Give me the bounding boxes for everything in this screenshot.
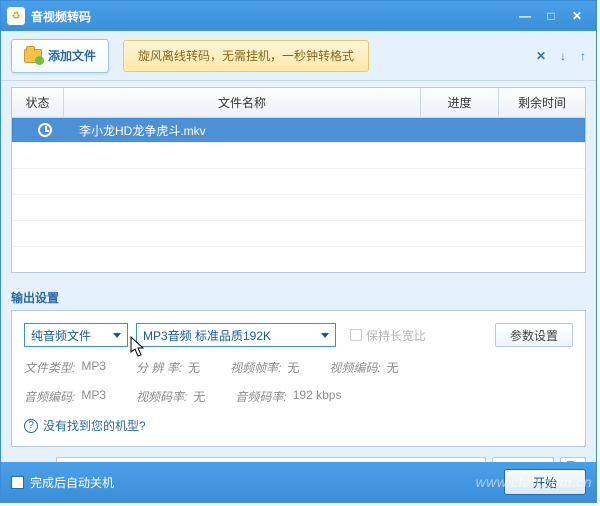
param-settings-button[interactable]: 参数设置 [495, 323, 573, 347]
auto-shutdown-label: 完成后自动关机 [30, 474, 114, 491]
app-logo-icon: ♻ [7, 7, 25, 25]
format-select-value: MP3音频 标准品质192K [143, 327, 271, 344]
empty-row [12, 142, 585, 168]
promo-banner: 旋风离线转码，无需挂机，一秒钟转格式 [123, 40, 369, 72]
row-filename: 李小龙HD龙争虎斗.mkv [71, 122, 414, 139]
output-title: 输出设置 [11, 289, 586, 306]
move-down-icon[interactable]: ↓ [560, 49, 566, 63]
col-name[interactable]: 文件名称 [64, 88, 421, 117]
checkbox-icon [350, 329, 362, 341]
file-list-section: 状态 文件名称 进度 剩余时间 李小龙HD龙争虎斗.mkv [1, 81, 596, 283]
start-button[interactable]: 开始 [504, 469, 586, 495]
output-section: 输出设置 纯音频文件 MP3音频 标准品质192K 保持长宽比 参数设置 文件类… [1, 283, 596, 489]
auto-shutdown-checkbox[interactable]: 完成后自动关机 [11, 474, 114, 491]
help-link[interactable]: ? 没有找到您的机型? [24, 417, 573, 434]
empty-row [12, 168, 585, 194]
output-details-row1: 文件类型:MP3 分 辨 率:无 视频帧率:无 视频编码:无 [24, 359, 573, 376]
format-select[interactable]: MP3音频 标准品质192K [136, 323, 336, 347]
chevron-down-icon [321, 333, 329, 338]
remove-icon[interactable]: ✕ [536, 49, 546, 63]
toolbar-actions: ✕ ↓ ↑ [536, 49, 586, 63]
container-select-value: 纯音频文件 [31, 327, 91, 344]
col-progress[interactable]: 进度 [421, 88, 499, 117]
col-status[interactable]: 状态 [12, 88, 64, 117]
col-remaining[interactable]: 剩余时间 [499, 88, 585, 117]
grid-header: 状态 文件名称 进度 剩余时间 [12, 88, 585, 118]
empty-row [12, 246, 585, 272]
window-title: 音视频转码 [31, 8, 512, 25]
file-grid: 状态 文件名称 进度 剩余时间 李小龙HD龙争虎斗.mkv [11, 87, 586, 273]
folder-plus-icon [24, 49, 42, 63]
checkbox-icon [11, 476, 24, 489]
output-row-controls: 纯音频文件 MP3音频 标准品质192K 保持长宽比 参数设置 [24, 323, 573, 347]
footer-bar: 完成后自动关机 开始 [1, 462, 596, 502]
output-panel: 纯音频文件 MP3音频 标准品质192K 保持长宽比 参数设置 文件类型:MP3… [11, 310, 586, 447]
chevron-down-icon [113, 333, 121, 338]
help-icon: ? [24, 419, 38, 433]
maximize-button[interactable]: □ [538, 7, 564, 25]
grid-body[interactable]: 李小龙HD龙争虎斗.mkv [12, 118, 585, 272]
clock-icon [38, 123, 52, 137]
keep-ratio-label: 保持长宽比 [366, 327, 426, 344]
minimize-button[interactable]: — [512, 7, 538, 25]
empty-row [12, 220, 585, 246]
row-status [19, 123, 71, 137]
keep-ratio-checkbox: 保持长宽比 [350, 327, 426, 344]
table-row[interactable]: 李小龙HD龙争虎斗.mkv [12, 118, 585, 142]
toolbar: 添加文件 旋风离线转码，无需挂机，一秒钟转格式 ✕ ↓ ↑ [1, 31, 596, 81]
add-file-label: 添加文件 [48, 47, 96, 64]
move-up-icon[interactable]: ↑ [580, 49, 586, 63]
container-select[interactable]: 纯音频文件 [24, 323, 128, 347]
close-button[interactable]: ✕ [564, 7, 590, 25]
output-details-row2: 音频编码:MP3 视频码率:无 音频码率:192 kbps [24, 388, 573, 405]
empty-row [12, 194, 585, 220]
title-bar: ♻ 音视频转码 — □ ✕ [1, 1, 596, 31]
add-file-button[interactable]: 添加文件 [11, 39, 109, 73]
